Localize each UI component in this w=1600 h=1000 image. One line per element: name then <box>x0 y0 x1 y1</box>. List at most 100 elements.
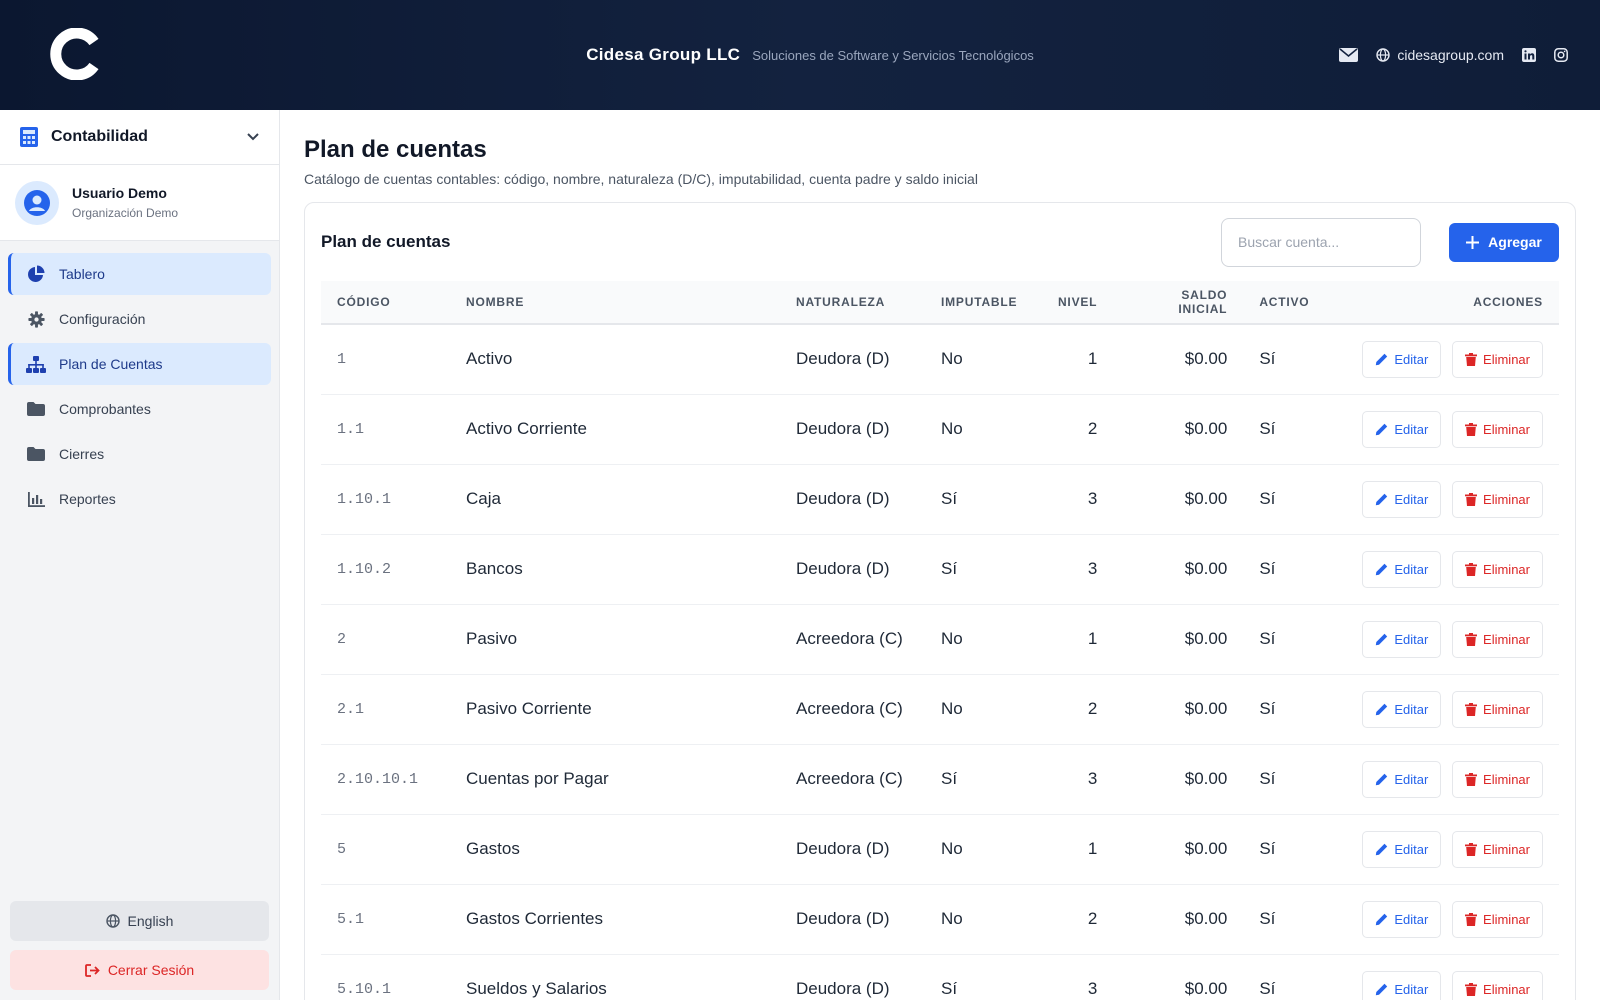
cell-balance: $0.00 <box>1184 839 1228 858</box>
table-row[interactable]: 2.10.10.1 Cuentas por Pagar Acreedora (C… <box>321 744 1559 814</box>
delete-button[interactable]: Eliminar <box>1452 690 1543 728</box>
pencil-icon <box>1375 633 1388 646</box>
delete-button[interactable]: Eliminar <box>1452 620 1543 658</box>
sidebar-item-label: Cierres <box>59 446 105 462</box>
cell-active: Sí <box>1259 769 1276 788</box>
column-header-nombre[interactable]: NOMBRE <box>450 281 780 324</box>
trash-icon <box>1465 352 1478 366</box>
gear-icon <box>26 310 46 328</box>
table-row[interactable]: 5.1 Gastos Corrientes Deudora (D) No 2 $… <box>321 884 1559 954</box>
language-button[interactable]: English <box>10 901 269 941</box>
column-header-nivel[interactable]: NIVEL <box>1033 281 1113 324</box>
sidebar-item-reportes[interactable]: Reportes <box>8 478 271 520</box>
sidebar: Contabilidad Usuario Demo Organización D… <box>0 110 280 1000</box>
logout-button[interactable]: Cerrar Sesión <box>10 950 269 990</box>
cell-actions: Editar Eliminar <box>1333 814 1559 884</box>
column-header-saldo-inicial[interactable]: SALDO INICIAL <box>1113 281 1243 324</box>
sidebar-nav: Tablero Configuración Plan de Cuentas Co… <box>0 241 279 520</box>
add-button[interactable]: Agregar <box>1449 222 1559 262</box>
edit-button[interactable]: Editar <box>1362 900 1442 938</box>
edit-button[interactable]: Editar <box>1362 760 1442 798</box>
pie-chart-icon <box>26 265 46 283</box>
edit-button[interactable]: Editar <box>1362 690 1442 728</box>
table-row[interactable]: 2.1 Pasivo Corriente Acreedora (C) No 2 … <box>321 674 1559 744</box>
pencil-icon <box>1375 983 1388 996</box>
cell-imputable: No <box>941 349 963 369</box>
sidebar-item-configuracion[interactable]: Configuración <box>8 298 271 340</box>
table-row[interactable]: 1 Activo Deudora (D) No 1 $0.00 Sí Edita… <box>321 324 1559 394</box>
table-row[interactable]: 1.10.1 Caja Deudora (D) Sí 3 $0.00 Sí Ed… <box>321 464 1559 534</box>
table-row[interactable]: 1.10.2 Bancos Deudora (D) Sí 3 $0.00 Sí … <box>321 534 1559 604</box>
edit-button[interactable]: Editar <box>1362 830 1442 868</box>
sidebar-item-cierres[interactable]: Cierres <box>8 433 271 475</box>
table-row[interactable]: 1.1 Activo Corriente Deudora (D) No 2 $0… <box>321 394 1559 464</box>
cell-code: 1 <box>337 350 347 368</box>
page-title: Plan de cuentas <box>304 136 487 163</box>
delete-label: Eliminar <box>1483 841 1530 857</box>
edit-button[interactable]: Editar <box>1362 620 1442 658</box>
delete-button[interactable]: Eliminar <box>1452 480 1543 518</box>
cell-nature: Acreedora (C) <box>796 629 903 648</box>
sidebar-item-tablero[interactable]: Tablero <box>8 253 271 295</box>
delete-button[interactable]: Eliminar <box>1452 340 1543 378</box>
linkedin-icon[interactable] <box>1522 48 1536 62</box>
sidebar-item-plan-de-cuentas[interactable]: Plan de Cuentas <box>8 343 271 385</box>
column-header-activo[interactable]: ACTIVO <box>1243 281 1333 324</box>
delete-button[interactable]: Eliminar <box>1452 410 1543 448</box>
top-header: Cidesa Group LLC Soluciones de Software … <box>0 0 1600 110</box>
sitemap-icon <box>26 355 46 373</box>
chevron-down-icon[interactable] <box>247 133 259 141</box>
search-input[interactable] <box>1221 217 1421 267</box>
user-circle-icon <box>24 189 50 216</box>
cell-level: 3 <box>1087 769 1098 788</box>
cell-nature: Deudora (D) <box>796 419 890 438</box>
cell-nature: Deudora (D) <box>796 839 890 858</box>
delete-button[interactable]: Eliminar <box>1452 970 1543 1000</box>
cell-imputable: Sí <box>941 559 958 578</box>
delete-button[interactable]: Eliminar <box>1452 760 1543 798</box>
sidebar-item-label: Tablero <box>59 266 105 282</box>
edit-label: Editar <box>1394 981 1429 997</box>
module-selector[interactable]: Contabilidad <box>0 110 279 165</box>
pencil-icon <box>1375 563 1388 576</box>
mail-icon[interactable] <box>1339 48 1359 62</box>
cell-actions: Editar Eliminar <box>1333 954 1559 1000</box>
sidebar-item-comprobantes[interactable]: Comprobantes <box>8 388 271 430</box>
pencil-icon <box>1375 493 1388 506</box>
trash-icon <box>1465 562 1478 576</box>
website-link[interactable]: cidesagroup.com <box>1376 47 1504 63</box>
table-row[interactable]: 5.10.1 Sueldos y Salarios Deudora (D) Sí… <box>321 954 1559 1000</box>
column-header-naturaleza[interactable]: NATURALEZA <box>780 281 925 324</box>
instagram-icon[interactable] <box>1554 48 1568 62</box>
edit-button[interactable]: Editar <box>1362 410 1442 448</box>
edit-button[interactable]: Editar <box>1362 550 1442 588</box>
delete-button[interactable]: Eliminar <box>1452 830 1543 868</box>
folder-icon <box>26 447 46 461</box>
delete-button[interactable]: Eliminar <box>1452 900 1543 938</box>
trash-icon <box>1465 772 1478 786</box>
edit-button[interactable]: Editar <box>1362 340 1442 378</box>
delete-label: Eliminar <box>1483 911 1530 927</box>
pencil-icon <box>1375 353 1388 366</box>
column-header-codigo[interactable]: CÓDIGO <box>321 281 450 324</box>
cell-balance: $0.00 <box>1184 979 1228 998</box>
cell-imputable: No <box>941 629 963 648</box>
cell-actions: Editar Eliminar <box>1333 534 1559 604</box>
folder-icon <box>26 402 46 416</box>
cell-code: 1.10.2 <box>337 560 392 578</box>
logout-label: Cerrar Sesión <box>107 962 195 978</box>
cell-level: 3 <box>1087 489 1098 508</box>
table-row[interactable]: 2 Pasivo Acreedora (C) No 1 $0.00 Sí Edi… <box>321 604 1559 674</box>
company-tagline: Soluciones de Software y Servicios Tecno… <box>752 47 1034 63</box>
edit-button[interactable]: Editar <box>1362 480 1442 518</box>
cell-active: Sí <box>1259 489 1276 508</box>
table-row[interactable]: 5 Gastos Deudora (D) No 1 $0.00 Sí Edita… <box>321 814 1559 884</box>
delete-label: Eliminar <box>1483 771 1530 787</box>
delete-button[interactable]: Eliminar <box>1452 550 1543 588</box>
column-header-imputable[interactable]: IMPUTABLE <box>925 281 1033 324</box>
sidebar-footer: English Cerrar Sesión <box>10 901 269 990</box>
cell-active: Sí <box>1259 419 1276 438</box>
trash-icon <box>1465 492 1478 506</box>
edit-button[interactable]: Editar <box>1362 970 1442 1000</box>
avatar <box>15 180 59 225</box>
